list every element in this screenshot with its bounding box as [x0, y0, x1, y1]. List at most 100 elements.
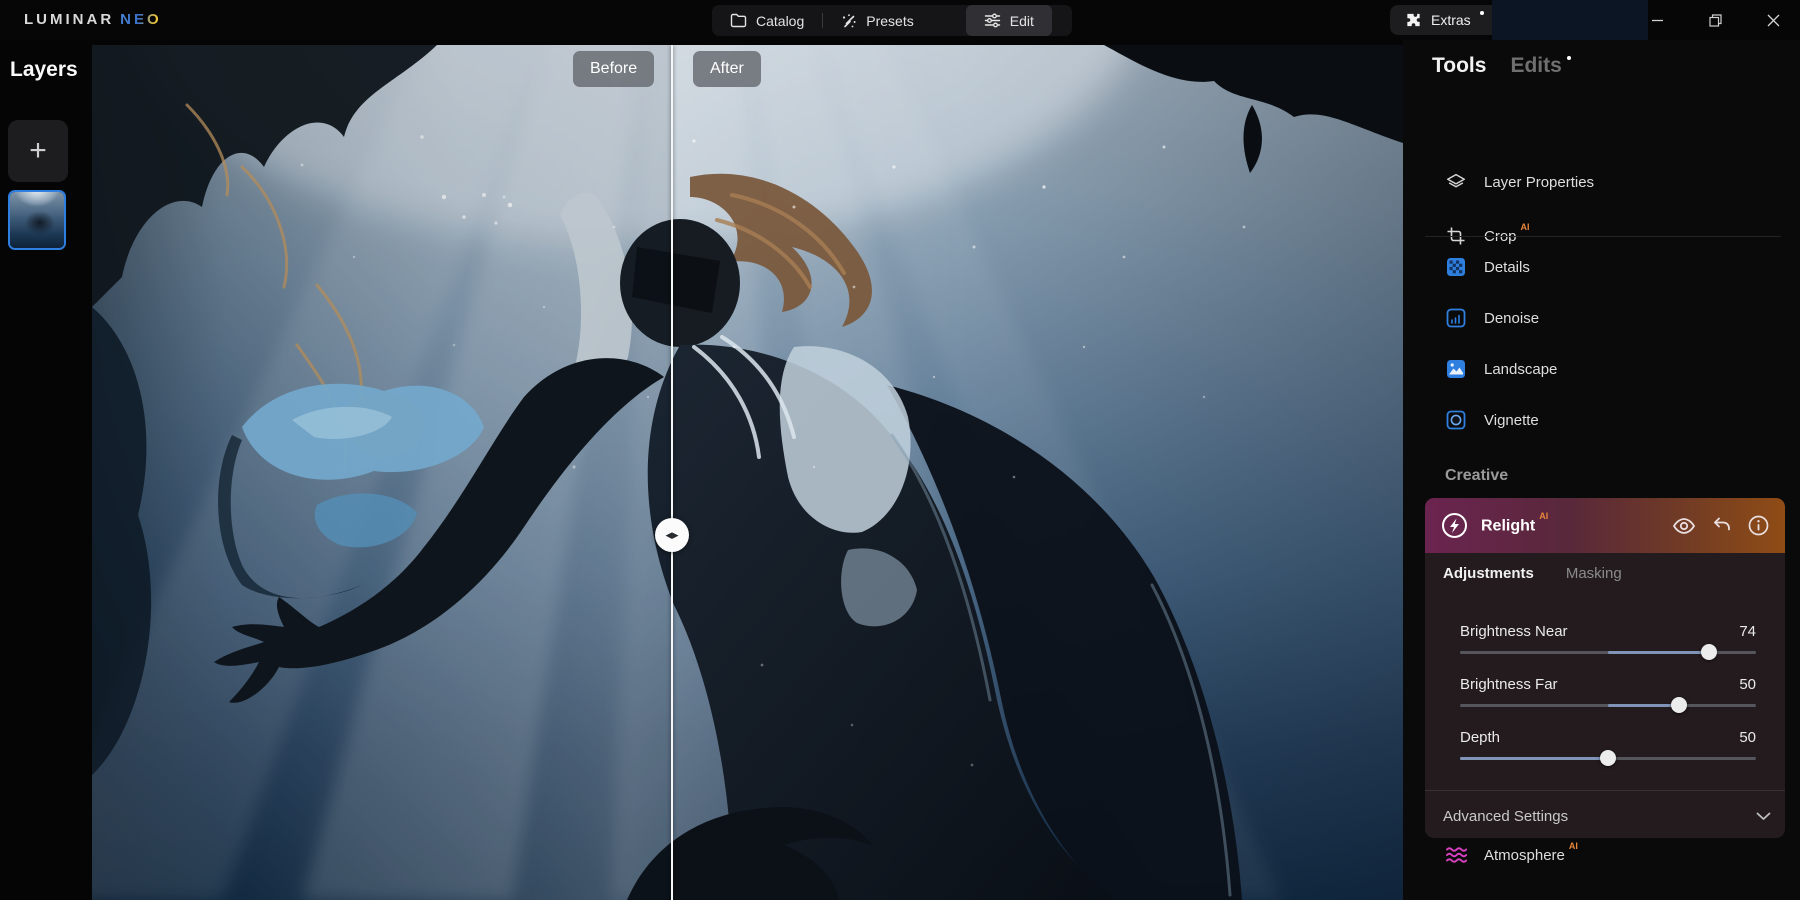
- slider-label: Brightness Far: [1460, 676, 1558, 693]
- tab-tools[interactable]: Tools: [1432, 54, 1486, 78]
- layer-properties-label: Layer Properties: [1484, 174, 1594, 191]
- relight-header[interactable]: RelightAI: [1425, 498, 1785, 553]
- layer-properties-item[interactable]: Layer Properties: [1445, 171, 1594, 193]
- details-icon: [1445, 256, 1467, 278]
- tab-edit-label: Edit: [1010, 13, 1034, 29]
- after-label: After: [693, 51, 761, 87]
- bolt-icon: [1441, 512, 1468, 539]
- logo-luminar: LUMINAR: [24, 11, 114, 28]
- slider-value: 74: [1739, 623, 1756, 640]
- slider-fill: [1460, 757, 1608, 760]
- panel-header: Tools Edits: [1432, 54, 1571, 78]
- denoise-tool-item[interactable]: Denoise: [1445, 307, 1539, 329]
- denoise-label: Denoise: [1484, 310, 1539, 327]
- chevron-down-icon: [1756, 812, 1771, 821]
- slider-brightness-near: Brightness Near 74: [1460, 623, 1756, 654]
- logo-neo: NEO: [120, 11, 162, 28]
- vignette-icon: [1445, 409, 1467, 431]
- atmosphere-label: AtmosphereAI: [1484, 846, 1578, 864]
- advanced-settings-toggle[interactable]: Advanced Settings: [1443, 801, 1771, 831]
- tab-presets[interactable]: Presets: [823, 5, 931, 36]
- relight-ai-badge: AI: [1539, 511, 1548, 521]
- tab-catalog-label: Catalog: [756, 13, 804, 29]
- slider-thumb[interactable]: [1600, 750, 1616, 766]
- close-button[interactable]: [1750, 0, 1796, 40]
- slider-label: Depth: [1460, 729, 1500, 746]
- minimize-icon: [1651, 14, 1664, 27]
- creative-section-title: Creative: [1445, 467, 1508, 485]
- edits-badge-dot: [1567, 56, 1571, 60]
- vignette-label: Vignette: [1484, 412, 1539, 429]
- tools-panel: Tools Edits Layer Properties CropAI Deta…: [1403, 40, 1800, 900]
- close-icon: [1767, 14, 1780, 27]
- crop-ai-badge: AI: [1521, 222, 1530, 232]
- compare-divider-line[interactable]: [671, 45, 673, 900]
- extras-button[interactable]: Extras: [1390, 5, 1499, 35]
- atmosphere-ai-badge: AI: [1569, 841, 1578, 851]
- titlebar-highlight-strip: [1492, 0, 1648, 40]
- layers-stack-icon: [1445, 171, 1467, 193]
- layers-panel-title: Layers: [10, 58, 78, 82]
- relight-body: Adjustments Masking Brightness Near 74 B…: [1425, 553, 1785, 838]
- tab-adjustments[interactable]: Adjustments: [1443, 565, 1534, 582]
- restore-button[interactable]: [1692, 0, 1738, 40]
- advanced-settings-label: Advanced Settings: [1443, 808, 1568, 825]
- slider-thumb[interactable]: [1701, 644, 1717, 660]
- tab-edits[interactable]: Edits: [1510, 54, 1570, 78]
- foliage-strand: [1244, 105, 1262, 173]
- landscape-tool-item[interactable]: Landscape: [1445, 358, 1557, 380]
- puzzle-icon: [1405, 12, 1422, 29]
- extras-label: Extras: [1431, 12, 1471, 28]
- panel-divider: [1425, 236, 1781, 237]
- relight-tabs: Adjustments Masking: [1443, 565, 1622, 582]
- app-logo: LUMINAR NEO: [24, 11, 162, 28]
- wand-icon: [841, 13, 857, 29]
- tab-masking[interactable]: Masking: [1566, 565, 1622, 582]
- slider-label: Brightness Near: [1460, 623, 1568, 640]
- info-icon[interactable]: [1748, 515, 1769, 536]
- relight-panel: RelightAI Adjustments Masking B: [1425, 498, 1785, 838]
- visibility-icon[interactable]: [1672, 517, 1696, 535]
- restore-icon: [1709, 14, 1722, 27]
- before-side-tint: [92, 45, 672, 900]
- landscape-label: Landscape: [1484, 361, 1557, 378]
- add-layer-button[interactable]: +: [8, 120, 68, 182]
- minimize-button[interactable]: [1634, 0, 1680, 40]
- relight-body-divider: [1425, 790, 1785, 791]
- tab-edit[interactable]: Edit: [966, 5, 1052, 36]
- denoise-icon: [1445, 307, 1467, 329]
- slider-track[interactable]: [1460, 757, 1756, 760]
- divider-arrows-icon: ◂▸: [665, 527, 678, 543]
- slider-thumb[interactable]: [1671, 697, 1687, 713]
- relight-title: RelightAI: [1481, 516, 1548, 535]
- slider-brightness-far: Brightness Far 50: [1460, 676, 1756, 707]
- folder-icon: [730, 13, 747, 28]
- main-nav-tabs: Catalog Presets Edit: [712, 5, 1072, 36]
- landscape-icon: [1445, 358, 1467, 380]
- compare-divider-handle[interactable]: ◂▸: [655, 518, 689, 552]
- slider-fill: [1608, 651, 1709, 654]
- slider-fill: [1608, 704, 1679, 707]
- slider-track[interactable]: [1460, 704, 1756, 707]
- layers-sidebar: Layers +: [0, 40, 92, 900]
- slider-depth: Depth 50: [1460, 729, 1756, 760]
- atmosphere-tool-item[interactable]: AtmosphereAI: [1445, 846, 1578, 864]
- photo-canvas: ◂▸ Before After: [92, 45, 1403, 900]
- atmosphere-waves-icon: [1445, 846, 1467, 864]
- vignette-tool-item[interactable]: Vignette: [1445, 409, 1539, 431]
- reset-icon[interactable]: [1712, 516, 1732, 535]
- sliders-icon: [984, 13, 1001, 28]
- details-tool-item[interactable]: Details: [1445, 256, 1530, 278]
- tab-presets-label: Presets: [866, 13, 913, 29]
- details-label: Details: [1484, 259, 1530, 276]
- layer-thumbnail-selected[interactable]: [8, 190, 66, 250]
- slider-track[interactable]: [1460, 651, 1756, 654]
- slider-value: 50: [1739, 729, 1756, 746]
- layer-thumbnail-image: [10, 192, 64, 248]
- plus-icon: +: [29, 134, 47, 168]
- extras-badge-dot: [1480, 11, 1484, 15]
- tab-catalog[interactable]: Catalog: [712, 5, 822, 36]
- slider-value: 50: [1739, 676, 1756, 693]
- before-label: Before: [573, 51, 654, 87]
- title-bar: LUMINAR NEO Catalog Presets Edit Extras: [0, 0, 1800, 40]
